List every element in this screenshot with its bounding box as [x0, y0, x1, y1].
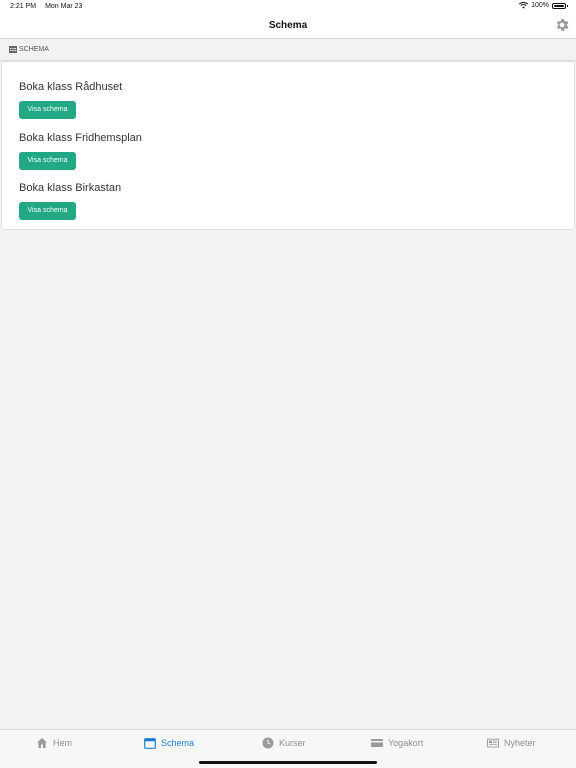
- home-icon: [37, 738, 47, 748]
- tab-label: Schema: [161, 738, 195, 748]
- battery-icon: [552, 2, 568, 9]
- wifi-icon: [519, 2, 529, 9]
- battery-fill: [554, 4, 564, 7]
- status-right: 100%: [519, 2, 568, 9]
- class-title: Boka klass Rådhuset: [19, 81, 123, 93]
- status-bar: 2:21 PM Mon Mar 23 100%: [0, 0, 576, 14]
- tab-label: Yogakort: [388, 738, 424, 748]
- section-header: SCHEMA: [0, 39, 576, 61]
- class-item-birkastan: Boka klass Birkastan Visa schema: [19, 182, 122, 220]
- visa-schema-button[interactable]: Visa schema: [19, 202, 76, 220]
- newspaper-icon: [487, 738, 499, 748]
- tab-nyheter[interactable]: Nyheter: [487, 737, 536, 749]
- tab-bar: Hem Schema Kurser Yogakort Nyheter: [0, 729, 576, 768]
- card-icon: [371, 739, 383, 747]
- section-header-inner: SCHEMA: [9, 46, 49, 53]
- schedule-card: Boka klass Rådhuset Visa schema Boka kla…: [1, 61, 575, 230]
- class-item-radhuset: Boka klass Rådhuset Visa schema: [19, 81, 123, 119]
- class-title: Boka klass Fridhemsplan: [19, 132, 142, 144]
- status-time: 2:21 PM: [10, 3, 37, 10]
- section-title: SCHEMA: [19, 46, 49, 53]
- tab-kurser[interactable]: Kurser: [262, 737, 306, 749]
- tab-hem[interactable]: Hem: [36, 737, 72, 749]
- tab-label: Hem: [53, 738, 73, 748]
- home-indicator: [199, 761, 377, 764]
- calendar-icon: [144, 738, 156, 749]
- class-title: Boka klass Birkastan: [19, 182, 122, 194]
- nav-bar: Schema: [0, 14, 576, 39]
- page-title: Schema: [268, 20, 308, 31]
- visa-schema-button[interactable]: Visa schema: [19, 101, 76, 119]
- tab-label: Nyheter: [504, 738, 536, 748]
- tab-label: Kurser: [279, 738, 306, 748]
- status-left: 2:21 PM Mon Mar 23: [10, 3, 82, 10]
- tab-schema[interactable]: Schema: [144, 737, 194, 749]
- tab-yogakort[interactable]: Yogakort: [371, 737, 423, 749]
- class-item-fridhemsplan: Boka klass Fridhemsplan Visa schema: [19, 132, 142, 170]
- calendar-icon: [9, 46, 17, 53]
- visa-schema-button[interactable]: Visa schema: [19, 152, 76, 170]
- clock-icon: [262, 737, 274, 749]
- gear-icon[interactable]: [554, 17, 570, 33]
- battery-percent: 100%: [531, 2, 549, 9]
- status-date: Mon Mar 23: [45, 3, 83, 10]
